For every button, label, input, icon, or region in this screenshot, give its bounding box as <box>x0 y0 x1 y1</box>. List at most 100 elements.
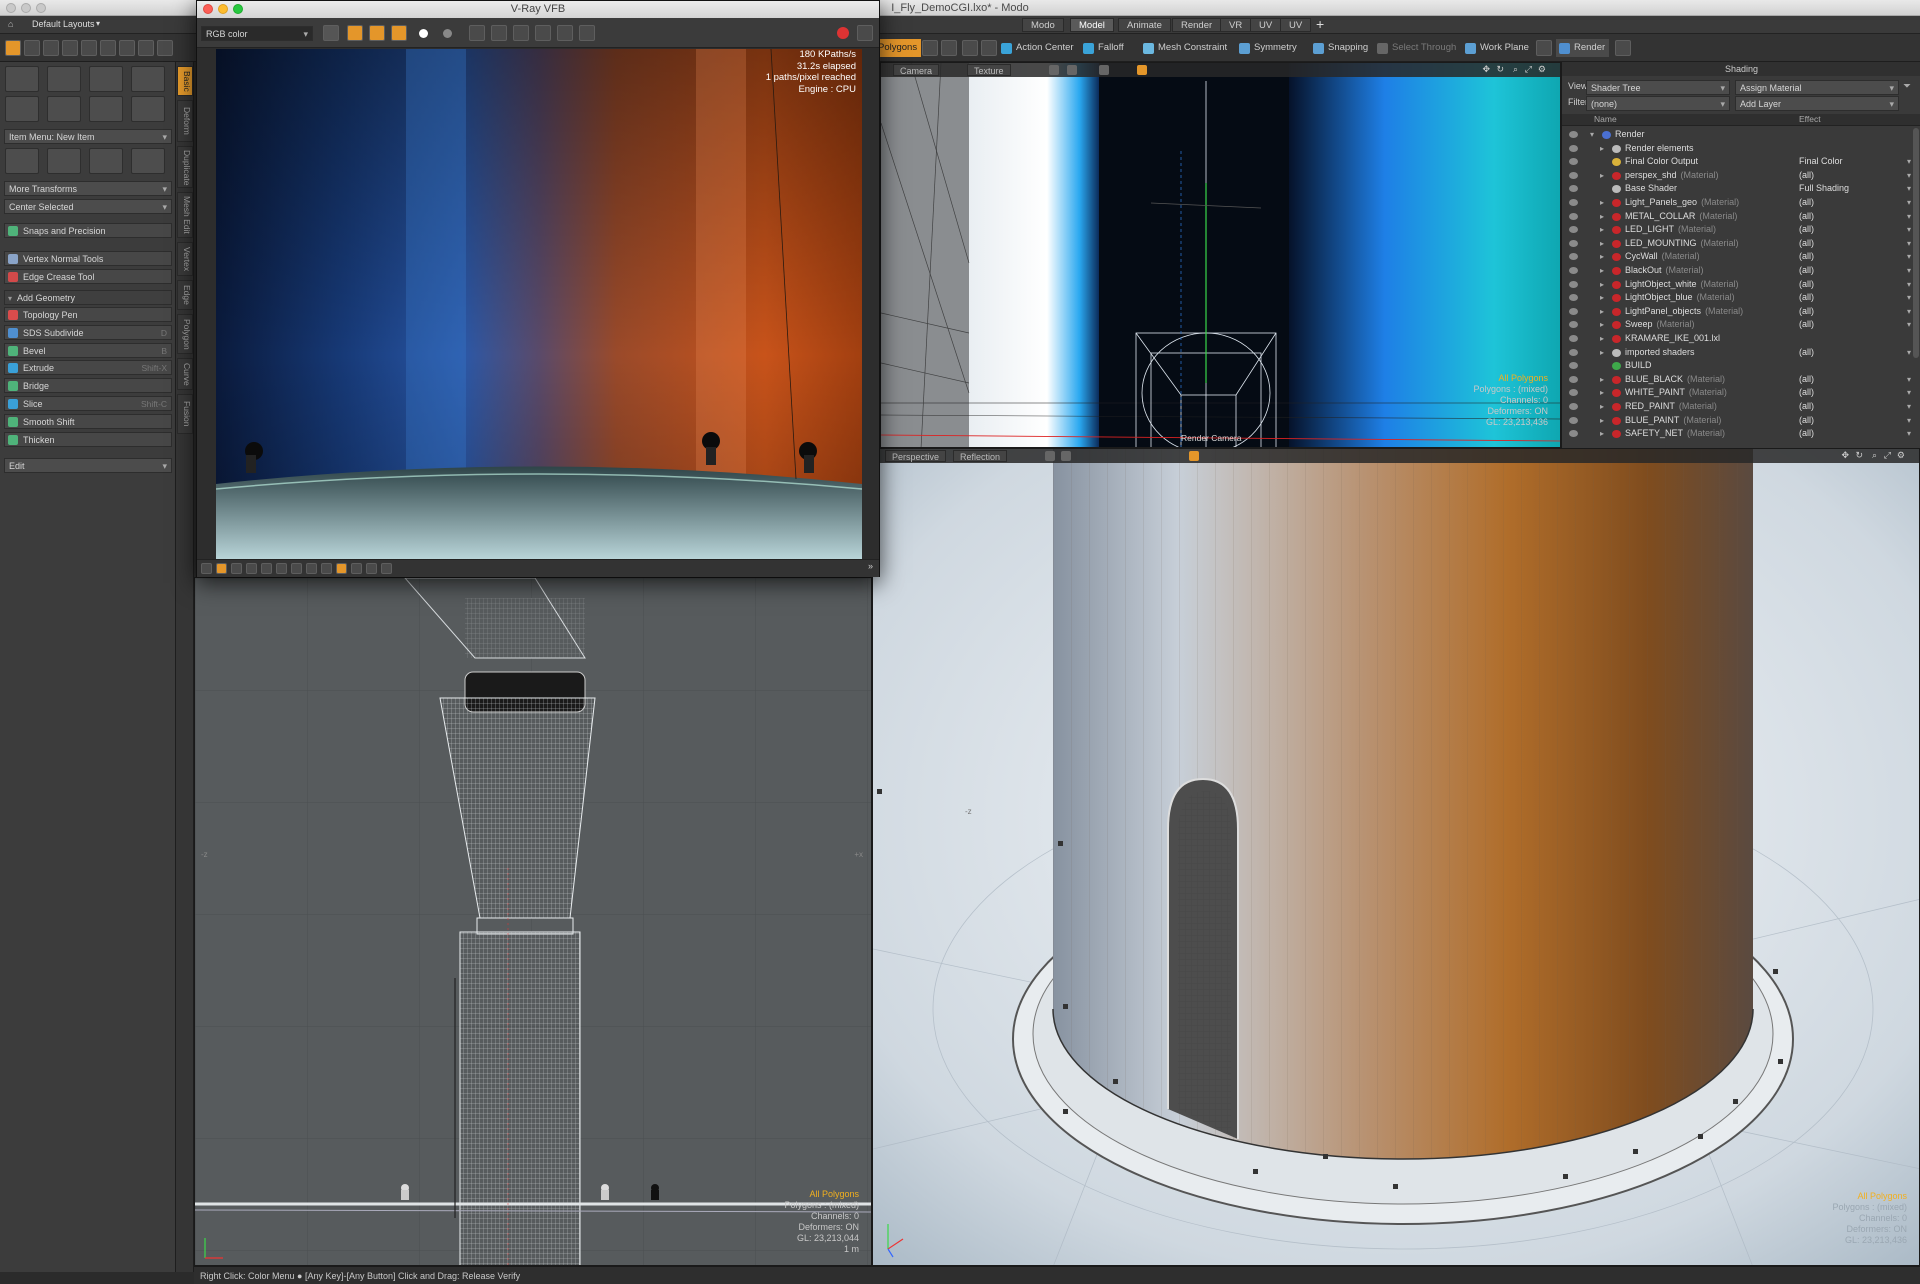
visibility-eye-icon[interactable] <box>1569 171 1578 179</box>
snap-icon[interactable] <box>100 40 116 56</box>
effect-dropdown-icon[interactable]: ▾ <box>1907 237 1911 251</box>
menu-tab-uv[interactable]: UV <box>1250 18 1282 32</box>
expand-arrow-icon[interactable]: ▸ <box>1600 237 1604 251</box>
shader-row[interactable]: ▸ LightPanel_objects (Material) (all) ▾ <box>1562 305 1920 319</box>
effect-dropdown-icon[interactable]: ▾ <box>1907 305 1911 319</box>
menu-tab-modo[interactable]: Modo <box>1022 18 1064 32</box>
effect-dropdown-icon[interactable]: ▾ <box>1907 264 1911 278</box>
camera-viewport[interactable]: Camera Texture ✥ ↻ ⌕ ⤢ ⚙ All Polygons Po… <box>880 62 1561 448</box>
vtab-fusion[interactable]: Fusion <box>177 394 193 434</box>
vfb-horizontal-icon[interactable] <box>366 563 377 574</box>
rotate-icon[interactable] <box>62 40 78 56</box>
vfb-levels-icon[interactable] <box>261 563 272 574</box>
front-wireframe-viewport[interactable]: -z +x All Polygons Polygons : (mixed) Ch… <box>194 577 872 1266</box>
shader-row[interactable]: ▸ BLUE_BLACK (Material) (all) ▾ <box>1562 373 1920 387</box>
expand-arrow-icon[interactable]: ▸ <box>1600 346 1604 360</box>
visibility-eye-icon[interactable] <box>1569 239 1578 247</box>
vfb-curves-icon[interactable] <box>276 563 287 574</box>
visibility-eye-icon[interactable] <box>1569 335 1578 342</box>
viewport-rotate-icon[interactable]: ↻ <box>1496 64 1504 75</box>
expand-arrow-icon[interactable]: ▸ <box>1600 196 1604 210</box>
visibility-eye-icon[interactable] <box>1569 430 1578 438</box>
shader-row[interactable]: Base Shader Full Shading ▾ <box>1562 182 1920 196</box>
viewport-rotate-icon[interactable]: ↻ <box>1855 450 1863 461</box>
expand-arrow-icon[interactable]: ▸ <box>1600 414 1604 428</box>
text-tool-icon[interactable] <box>131 96 165 122</box>
vfb-close-icon[interactable] <box>203 4 213 14</box>
vfb-vertical-icon[interactable] <box>381 563 392 574</box>
shader-row[interactable]: ▸ LightObject_white (Material) (all) ▾ <box>1562 278 1920 292</box>
effect-dropdown-icon[interactable]: ▾ <box>1907 182 1911 196</box>
tool-sds-subdivide[interactable]: SDS Subdivide D <box>4 324 172 340</box>
effect-dropdown-icon[interactable]: ▾ <box>1907 155 1911 169</box>
sphere-icon[interactable] <box>47 66 81 92</box>
shader-row[interactable]: ▸ Sweep (Material) (all) ▾ <box>1562 318 1920 332</box>
edit-dropdown[interactable]: Edit <box>4 458 172 474</box>
cylinder-icon[interactable] <box>89 66 123 92</box>
vfb-mono-dot-icon[interactable] <box>443 29 452 38</box>
shader-row[interactable]: ▾ Render <box>1562 128 1920 142</box>
visibility-eye-icon[interactable] <box>1569 280 1578 288</box>
visibility-eye-icon[interactable] <box>1569 307 1578 315</box>
shader-row[interactable]: ▸ LightObject_blue (Material) (all) ▾ <box>1562 291 1920 305</box>
more-transforms-dropdown[interactable]: More Transforms <box>4 181 172 197</box>
shader-item-effect[interactable]: (all) <box>1799 169 1814 183</box>
shader-item-effect[interactable]: (all) <box>1799 250 1814 264</box>
view-dropdown[interactable]: Shader Tree <box>1586 80 1730 96</box>
shader-row[interactable]: ▸ METAL_COLLAR (Material) (all) ▾ <box>1562 210 1920 224</box>
visibility-eye-icon[interactable] <box>1569 253 1578 261</box>
vfb-save-icon[interactable] <box>469 25 485 41</box>
shader-tree-scrollbar[interactable] <box>1913 128 1919 358</box>
viewport-settings-icon[interactable]: ⚙ <box>1897 450 1905 461</box>
filter-funnel-icon[interactable]: ⏷ <box>1903 81 1911 92</box>
tool-topology-pen[interactable]: Topology Pen <box>4 307 172 322</box>
transform-gizmo-icon[interactable] <box>131 148 165 174</box>
expand-arrow-icon[interactable]: ▸ <box>1600 332 1604 346</box>
vfb-collapse-icon[interactable]: » <box>868 561 873 571</box>
shader-item-effect[interactable]: (all) <box>1799 278 1814 292</box>
effect-dropdown-icon[interactable]: ▾ <box>1907 250 1911 264</box>
pen-curve-icon[interactable] <box>89 96 123 122</box>
shader-item-effect[interactable]: (all) <box>1799 386 1814 400</box>
column-name[interactable]: Name <box>1594 114 1617 124</box>
vtab-vertex[interactable]: Vertex <box>177 242 193 276</box>
select-through-button[interactable]: Select Through <box>1374 39 1460 57</box>
shader-row[interactable]: ▸ Render elements <box>1562 142 1920 156</box>
center-selected-dropdown[interactable]: Center Selected <box>4 199 172 215</box>
vfb-compare-icon[interactable] <box>351 563 362 574</box>
shader-row[interactable]: ▸ WHITE_PAINT (Material) (all) ▾ <box>1562 386 1920 400</box>
vtab-duplicate[interactable]: Duplicate <box>177 146 193 188</box>
vfb-track-icon[interactable] <box>535 25 551 41</box>
shader-item-effect[interactable]: (all) <box>1799 291 1814 305</box>
visibility-eye-icon[interactable] <box>1569 389 1578 397</box>
action-center-button[interactable]: Action Center <box>998 39 1078 57</box>
vfb-lut-icon[interactable] <box>291 563 302 574</box>
vtab-deform[interactable]: Deform <box>177 100 193 142</box>
visibility-eye-icon[interactable] <box>1569 403 1578 410</box>
cube-icon[interactable] <box>5 66 39 92</box>
viewport-maximize-icon[interactable]: ⤢ <box>1884 450 1891 461</box>
visibility-eye-icon[interactable] <box>1569 321 1578 329</box>
effect-dropdown-icon[interactable]: ▾ <box>1907 318 1911 332</box>
shader-item-effect[interactable]: (all) <box>1799 223 1814 237</box>
visibility-eye-icon[interactable] <box>1569 131 1578 138</box>
vfb-ocio-icon[interactable] <box>306 563 317 574</box>
move-gizmo-icon[interactable] <box>5 148 39 174</box>
expand-arrow-icon[interactable]: ▸ <box>1600 223 1604 237</box>
vfb-red-channel-icon[interactable] <box>347 25 363 41</box>
menu-tab-model[interactable]: Model <box>1070 18 1114 32</box>
vtab-polygon[interactable]: Polygon <box>177 314 193 354</box>
shader-item-effect[interactable]: (all) <box>1799 414 1814 428</box>
viewport-zoom-icon[interactable]: ⌕ <box>1872 450 1877 461</box>
viewport-zoom-icon[interactable]: ⌕ <box>1513 64 1518 75</box>
effect-dropdown-icon[interactable]: ▾ <box>1907 291 1911 305</box>
mode-dropdown-icon[interactable] <box>941 40 957 56</box>
visibility-eye-icon[interactable] <box>1569 362 1578 370</box>
effect-dropdown-icon[interactable]: ▾ <box>1907 427 1911 441</box>
falloff-sphere-icon[interactable] <box>962 40 978 56</box>
shader-item-effect[interactable]: Final Color <box>1799 155 1843 169</box>
viewport-grid-icon[interactable] <box>1067 65 1077 75</box>
effect-dropdown-icon[interactable]: ▾ <box>1907 169 1911 183</box>
tool-smooth-shift[interactable]: Smooth Shift <box>4 413 172 429</box>
shader-item-effect[interactable]: (all) <box>1799 318 1814 332</box>
